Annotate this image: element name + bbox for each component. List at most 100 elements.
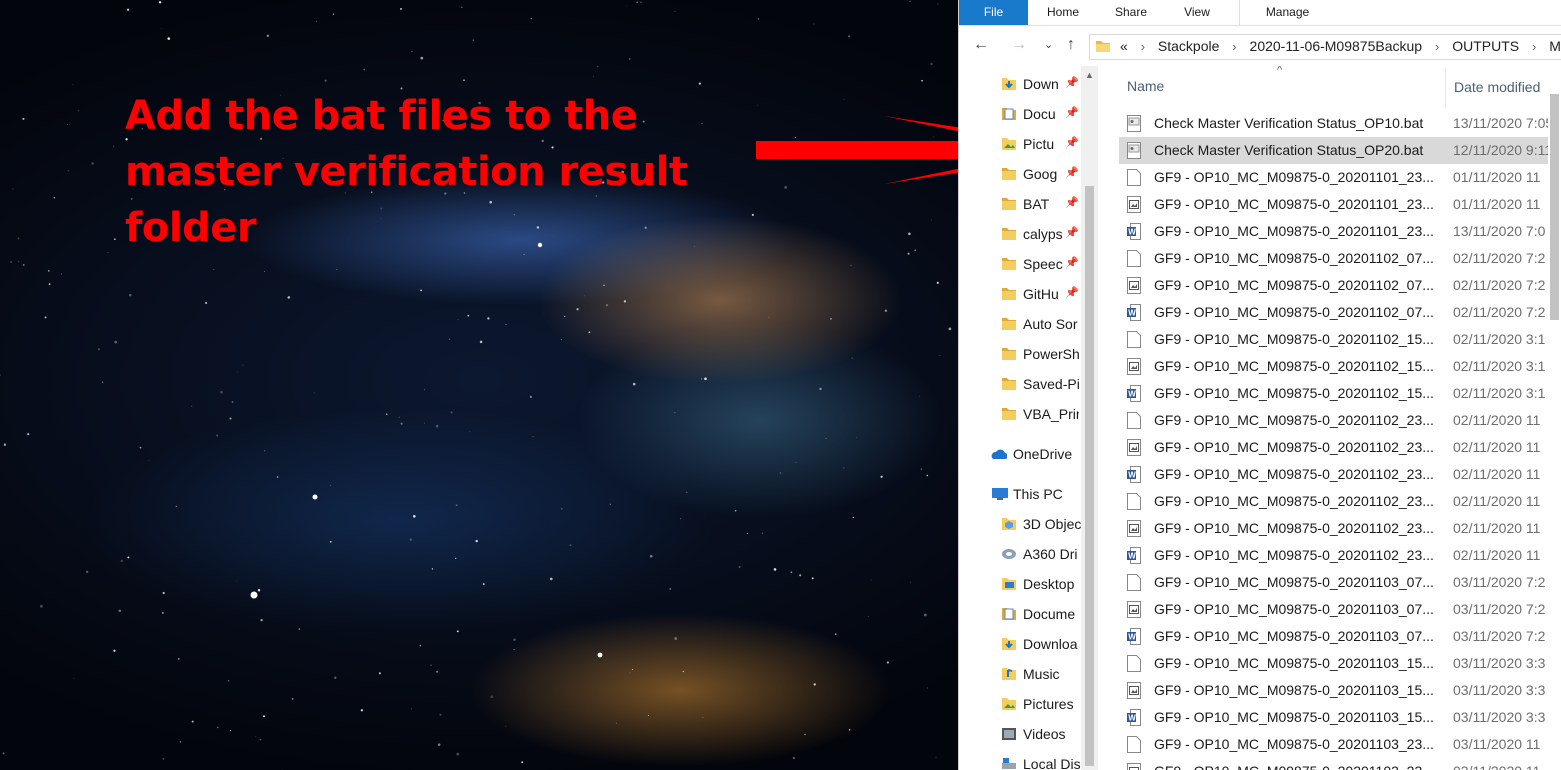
nav-item-quick-access[interactable]: VBA_Prin xyxy=(959,400,1098,430)
nav-item-this-pc-child[interactable]: 3D Objec xyxy=(959,510,1098,540)
file-row[interactable]: GF9 - OP10_MC_M09875-0_20201103_07... 03/… xyxy=(1119,596,1559,623)
breadcrumb-outputs[interactable]: OUTPUTS xyxy=(1452,38,1519,54)
forward-arrow-icon[interactable]: → xyxy=(1011,36,1027,54)
star xyxy=(461,6,463,8)
file-name: GF9 - OP10_MC_M09875-0_20201102_23... xyxy=(1154,439,1434,455)
nav-item-this-pc-child[interactable]: Desktop xyxy=(959,570,1098,600)
file-row[interactable]: GF9 - OP10_MC_M09875-0_20201102_15... 02/… xyxy=(1119,353,1559,380)
scrollbar-thumb[interactable] xyxy=(1085,186,1094,766)
star xyxy=(734,509,737,512)
pin-icon[interactable]: 📌 xyxy=(1065,256,1079,269)
nav-item-quick-access[interactable]: BAT 📌 xyxy=(959,190,1098,220)
tab-file[interactable]: File xyxy=(959,0,1028,25)
file-row[interactable]: GF9 - OP10_MC_M09875-0_20201102_15... 02/… xyxy=(1119,326,1559,353)
tab-share[interactable]: Share xyxy=(1099,0,1163,25)
address-bar[interactable]: « › Stackpole › 2020-11-06-M09875Backup … xyxy=(1089,34,1561,60)
file-row[interactable]: GF9 - OP10_MC_M09875-0_20201102_23... 02/… xyxy=(1119,488,1559,515)
file-date-modified: 03/11/2020 7:2 xyxy=(1453,601,1546,617)
star xyxy=(255,736,256,737)
star xyxy=(632,669,634,671)
file-row[interactable]: GF9 - OP10_MC_M09875-0_20201103_15... 03/… xyxy=(1119,650,1559,677)
tab-view[interactable]: View xyxy=(1169,0,1225,25)
star xyxy=(266,34,270,37)
scroll-up-icon[interactable]: ▲ xyxy=(1085,70,1094,80)
scrollbar-thumb[interactable] xyxy=(1550,94,1559,320)
nav-item-quick-access[interactable]: calyps 📌 xyxy=(959,220,1098,250)
file-row[interactable]: Check Master Verification Status_OP20.ba… xyxy=(1119,137,1559,164)
file-row[interactable]: GF9 - OP10_MC_M09875-0_20201101_23... 01/… xyxy=(1119,191,1559,218)
file-date-modified: 03/11/2020 11 xyxy=(1453,736,1541,752)
column-header-date-modified[interactable]: Date modified xyxy=(1445,68,1540,108)
file-row[interactable]: GF9 - OP10_MC_M09875-0_20201103_23... 03/… xyxy=(1119,731,1559,758)
breadcrumb-backup[interactable]: 2020-11-06-M09875Backup xyxy=(1250,38,1423,54)
nav-item-this-pc[interactable]: This PC xyxy=(959,480,1098,510)
file-row[interactable]: Check Master Verification Status_OP10.ba… xyxy=(1119,110,1559,137)
back-arrow-icon[interactable]: ← xyxy=(973,36,989,54)
star xyxy=(97,348,101,351)
nav-item-onedrive[interactable]: OneDrive xyxy=(959,440,1098,470)
tab-manage[interactable]: Manage xyxy=(1239,0,1335,25)
pin-icon[interactable]: 📌 xyxy=(1065,196,1079,209)
nav-item-quick-access[interactable]: Saved-Pi xyxy=(959,370,1098,400)
nav-item-quick-access[interactable]: GitHu 📌 xyxy=(959,280,1098,310)
nav-item-quick-access[interactable]: Auto Sor xyxy=(959,310,1098,340)
tab-home[interactable]: Home xyxy=(1033,0,1093,25)
nav-item-this-pc-child[interactable]: Local Dis xyxy=(959,750,1098,770)
file-row[interactable]: W GF9 - OP10_MC_M09875-0_20201102_23... 02… xyxy=(1119,461,1559,488)
nav-item-this-pc-child[interactable]: Pictures xyxy=(959,690,1098,720)
nav-item-quick-access[interactable]: Goog 📌 xyxy=(959,160,1098,190)
file-row[interactable]: W GF9 - OP10_MC_M09875-0_20201103_07... 03… xyxy=(1119,623,1559,650)
nav-item-this-pc-child[interactable]: Downloa xyxy=(959,630,1098,660)
pin-icon[interactable]: 📌 xyxy=(1065,136,1079,149)
nav-item-quick-access[interactable]: Docu 📌 xyxy=(959,100,1098,130)
nav-item-quick-access[interactable]: PowerSh xyxy=(959,340,1098,370)
nav-item-this-pc-child[interactable]: Music xyxy=(959,660,1098,690)
column-header-name[interactable]: Name xyxy=(1127,78,1164,94)
pin-icon[interactable]: 📌 xyxy=(1065,76,1079,89)
star xyxy=(768,316,770,318)
file-row[interactable]: GF9 - OP10_MC_M09875-0_20201102_07... 02/… xyxy=(1119,272,1559,299)
pin-icon[interactable]: 📌 xyxy=(1065,106,1079,119)
file-row[interactable]: GF9 - OP10_MC_M09875-0_20201103_23... 03/… xyxy=(1119,758,1559,770)
star xyxy=(3,443,7,446)
file-row[interactable]: W GF9 - OP10_MC_M09875-0_20201103_15... 03… xyxy=(1119,704,1559,731)
recent-locations-chevron-icon[interactable]: ⌄ xyxy=(1044,38,1053,51)
star xyxy=(850,264,852,266)
nav-item-quick-access[interactable]: Down 📌 xyxy=(959,70,1098,100)
pin-icon[interactable]: 📌 xyxy=(1065,166,1079,179)
file-list-scrollbar[interactable] xyxy=(1548,66,1561,770)
pin-icon[interactable]: 📌 xyxy=(1065,226,1079,239)
file-row[interactable]: GF9 - OP10_MC_M09875-0_20201101_23... 01/… xyxy=(1119,164,1559,191)
file-row[interactable]: W GF9 - OP10_MC_M09875-0_20201101_23... 13… xyxy=(1119,218,1559,245)
star xyxy=(264,450,266,452)
nav-item-this-pc-child[interactable]: Videos xyxy=(959,720,1098,750)
file-row[interactable]: GF9 - OP10_MC_M09875-0_20201102_23... 02/… xyxy=(1119,407,1559,434)
nav-item-quick-access[interactable]: Speec 📌 xyxy=(959,250,1098,280)
breadcrumb-master[interactable]: Mast xyxy=(1549,38,1561,54)
star xyxy=(490,695,494,699)
up-arrow-icon[interactable]: ↑ xyxy=(1067,36,1075,54)
nav-item-quick-access[interactable]: Pictu 📌 xyxy=(959,130,1098,160)
star xyxy=(112,145,115,147)
pin-icon[interactable]: 📌 xyxy=(1065,286,1079,299)
file-row[interactable]: GF9 - OP10_MC_M09875-0_20201103_07... 03/… xyxy=(1119,569,1559,596)
navigation-pane-scrollbar[interactable]: ▲ xyxy=(1081,66,1098,770)
file-row[interactable]: GF9 - OP10_MC_M09875-0_20201102_07... 02/… xyxy=(1119,245,1559,272)
file-row[interactable]: GF9 - OP10_MC_M09875-0_20201103_15... 03/… xyxy=(1119,677,1559,704)
nav-item-this-pc-child[interactable]: A360 Dri xyxy=(959,540,1098,570)
file-row[interactable]: W GF9 - OP10_MC_M09875-0_20201102_15... 02… xyxy=(1119,380,1559,407)
file-row[interactable]: GF9 - OP10_MC_M09875-0_20201102_23... 02/… xyxy=(1119,515,1559,542)
breadcrumb-stackpole[interactable]: Stackpole xyxy=(1158,38,1219,54)
breadcrumb-overflow[interactable]: « xyxy=(1120,38,1128,54)
desktop-folder-icon xyxy=(1001,577,1017,591)
file-date-modified: 02/11/2020 7:2 xyxy=(1453,250,1546,266)
file-row[interactable]: GF9 - OP10_MC_M09875-0_20201102_23... 02/… xyxy=(1119,434,1559,461)
folder-icon xyxy=(1001,167,1017,181)
nav-item-this-pc-child[interactable]: Docume xyxy=(959,600,1098,630)
text-file-icon xyxy=(1127,574,1141,591)
star xyxy=(701,378,703,380)
file-row[interactable]: W GF9 - OP10_MC_M09875-0_20201102_07... 02… xyxy=(1119,299,1559,326)
file-row[interactable]: W GF9 - OP10_MC_M09875-0_20201102_23... 02… xyxy=(1119,542,1559,569)
star xyxy=(167,37,171,40)
star xyxy=(686,491,688,493)
